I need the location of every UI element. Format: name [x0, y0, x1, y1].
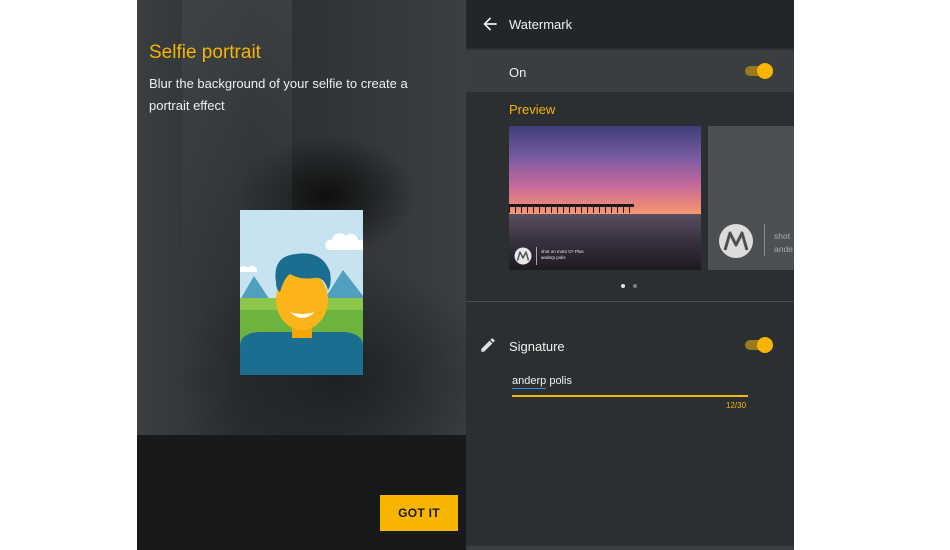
page-dot-active[interactable]: [621, 284, 625, 288]
card-line1: shot: [774, 231, 791, 241]
got-it-button[interactable]: GOT IT: [380, 495, 458, 531]
card-line2: ande: [774, 244, 793, 254]
page-dot[interactable]: [633, 284, 637, 288]
watermark-line2: anderp polis: [541, 255, 566, 260]
signature-word: polis: [546, 375, 572, 387]
selfie-portrait-illustration: [240, 210, 363, 375]
pier: [509, 204, 634, 213]
page-title: Watermark: [509, 17, 573, 32]
divider: [466, 301, 794, 302]
toggle-thumb: [757, 63, 773, 79]
sea: [509, 214, 701, 270]
selfie-portrait-tutorial: Selfie portrait Blur the background of y…: [137, 0, 466, 550]
bottom-edge: [466, 546, 794, 550]
bottom-bar: [137, 435, 466, 550]
watermark-text: shot on moto G⁶ Plus anderp polis: [541, 249, 584, 261]
preview-label: Preview: [509, 102, 556, 117]
motorola-logo-icon: [514, 247, 532, 265]
app-bar: Watermark: [466, 0, 794, 48]
preview-logo-card[interactable]: shot ande: [708, 126, 794, 270]
signature-toggle[interactable]: [745, 335, 775, 355]
signature-label: Signature: [509, 339, 565, 354]
watermark-toggle[interactable]: [745, 61, 775, 81]
arrow-left-icon[interactable]: [480, 14, 500, 34]
watermark-on-label: On: [509, 65, 527, 80]
motorola-logo-icon: [719, 224, 753, 258]
watermark-on-row[interactable]: On: [466, 50, 794, 92]
tutorial-description: Blur the background of your selfie to cr…: [149, 76, 408, 113]
pencil-icon: [481, 338, 495, 352]
signature-word-misspelled: anderp: [512, 375, 547, 387]
watermark-settings: Watermark On Preview shot on moto G⁶ Plu…: [466, 0, 794, 550]
card-divider: [764, 224, 765, 256]
signature-input-underline: [512, 395, 748, 397]
watermark-divider: [536, 247, 537, 265]
toggle-thumb: [757, 337, 773, 353]
card-text: shot ande: [774, 230, 793, 256]
tutorial-title: Selfie portrait: [149, 42, 261, 63]
preview-photo-card[interactable]: shot on moto G⁶ Plus anderp polis: [509, 126, 701, 270]
signature-input[interactable]: anderp polis: [512, 375, 572, 387]
character-counter: 12/30: [726, 401, 747, 410]
